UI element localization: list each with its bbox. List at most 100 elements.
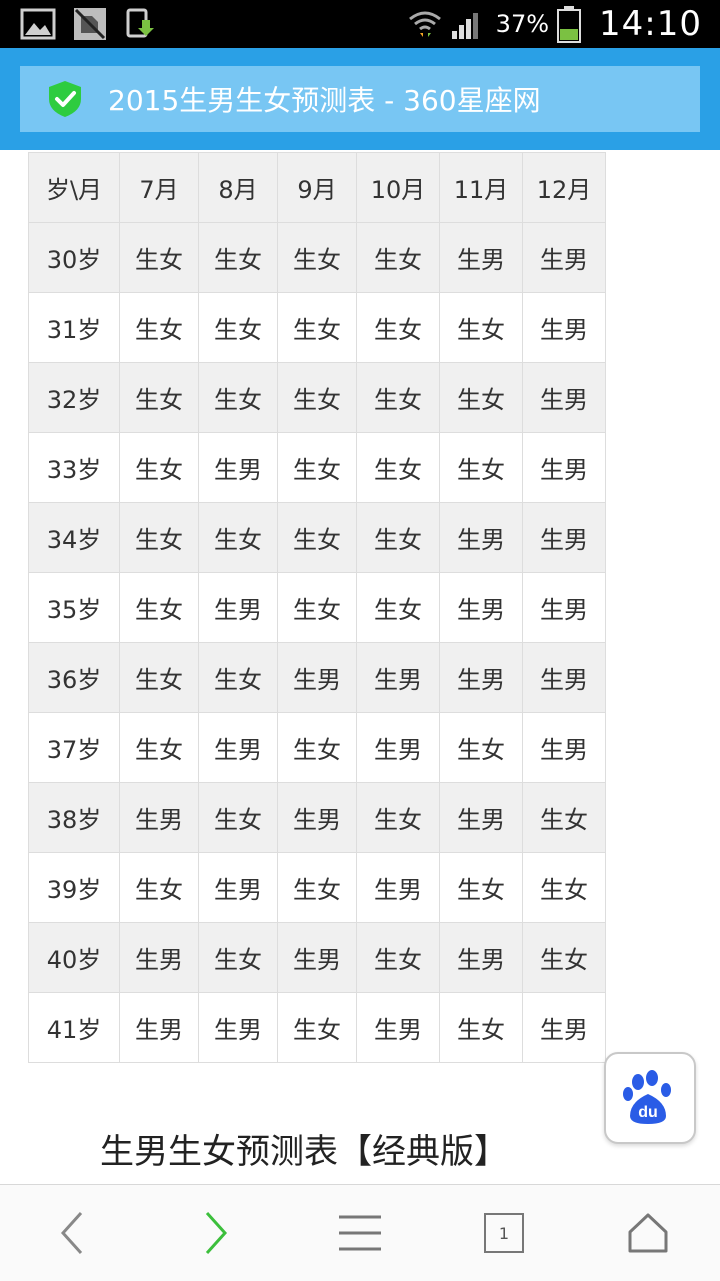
mute-notification-icon xyxy=(74,8,106,40)
back-button[interactable] xyxy=(32,1185,112,1281)
column-header: 8月 xyxy=(198,152,278,223)
prediction-cell: 生女 xyxy=(119,712,199,783)
forward-button[interactable] xyxy=(176,1185,256,1281)
download-notification-icon xyxy=(126,8,154,38)
prediction-cell: 生男 xyxy=(522,712,606,783)
age-cell: 34岁 xyxy=(28,502,120,573)
table-row: 31岁 生女 生女 生女 生女 生女 生男 xyxy=(28,292,606,363)
prediction-cell: 生男 xyxy=(439,502,523,573)
table-row: 35岁 生女 生男 生女 生女 生男 生男 xyxy=(28,572,606,643)
table-row: 38岁 生男 生女 生男 生女 生男 生女 xyxy=(28,782,606,853)
prediction-cell: 生男 xyxy=(439,222,523,293)
prediction-cell: 生女 xyxy=(356,432,440,503)
table-row: 41岁 生男 生男 生女 生男 生女 生男 xyxy=(28,992,606,1063)
prediction-cell: 生男 xyxy=(439,782,523,853)
prediction-cell: 生男 xyxy=(522,432,606,503)
prediction-cell: 生女 xyxy=(119,292,199,363)
table-row: 34岁 生女 生女 生女 生女 生男 生男 xyxy=(28,502,606,573)
column-header: 12月 xyxy=(522,152,606,223)
tab-count: 1 xyxy=(498,1223,510,1243)
prediction-cell: 生女 xyxy=(522,922,606,993)
age-cell: 38岁 xyxy=(28,782,120,853)
gender-prediction-table: 岁\月 7月 8月 9月 10月 11月 12月 30岁 生女 生女 生女 生女 生男 生男 31岁 生女 生女… xyxy=(28,152,606,1063)
prediction-cell: 生女 xyxy=(198,642,278,713)
prediction-cell: 生男 xyxy=(356,712,440,783)
bottom-navigation-bar: 1 xyxy=(0,1184,720,1281)
age-cell: 31岁 xyxy=(28,292,120,363)
forward-icon xyxy=(205,1211,228,1255)
battery-icon xyxy=(557,6,582,43)
prediction-cell: 生女 xyxy=(277,712,357,783)
prediction-cell: 生女 xyxy=(277,362,357,433)
prediction-cell: 生男 xyxy=(198,712,278,783)
home-icon xyxy=(628,1213,668,1253)
table-row: 36岁 生女 生女 生男 生男 生男 生男 xyxy=(28,642,606,713)
prediction-cell: 生男 xyxy=(356,852,440,923)
table-row: 37岁 生女 生男 生女 生男 生女 生男 xyxy=(28,712,606,783)
column-header: 11月 xyxy=(439,152,523,223)
prediction-cell: 生男 xyxy=(522,362,606,433)
prediction-cell: 生男 xyxy=(356,992,440,1063)
column-header: 9月 xyxy=(277,152,357,223)
prediction-cell: 生男 xyxy=(198,572,278,643)
signal-icon xyxy=(451,13,478,39)
prediction-cell: 生男 xyxy=(198,992,278,1063)
menu-icon xyxy=(339,1215,381,1251)
prediction-cell: 生女 xyxy=(522,782,606,853)
battery-percent: 37% xyxy=(495,10,550,38)
table-row: 30岁 生女 生女 生女 生女 生男 生男 xyxy=(28,222,606,293)
prediction-cell: 生女 xyxy=(356,502,440,573)
tabs-button[interactable]: 1 xyxy=(464,1185,544,1281)
table-row: 32岁 生女 生女 生女 生女 生女 生男 xyxy=(28,362,606,433)
table-row: 39岁 生女 生男 生女 生男 生女 生女 xyxy=(28,852,606,923)
prediction-cell: 生男 xyxy=(277,782,357,853)
age-cell: 41岁 xyxy=(28,992,120,1063)
prediction-cell: 生女 xyxy=(356,572,440,643)
table-header-row: 岁\月 7月 8月 9月 10月 11月 12月 xyxy=(28,152,606,223)
prediction-cell: 生男 xyxy=(522,222,606,293)
wifi-icon xyxy=(408,11,441,37)
tabs-icon: 1 xyxy=(484,1213,524,1253)
age-cell: 30岁 xyxy=(28,222,120,293)
prediction-cell: 生男 xyxy=(277,642,357,713)
prediction-cell: 生男 xyxy=(522,992,606,1063)
table-row: 33岁 生女 生男 生女 生女 生女 生男 xyxy=(28,432,606,503)
column-header: 岁\月 xyxy=(28,152,120,223)
section-heading: 生男生女预测表【经典版】 xyxy=(100,1132,508,1172)
prediction-cell: 生女 xyxy=(439,362,523,433)
age-cell: 39岁 xyxy=(28,852,120,923)
prediction-cell: 生女 xyxy=(277,222,357,293)
prediction-cell: 生女 xyxy=(119,642,199,713)
prediction-cell: 生男 xyxy=(439,642,523,713)
back-icon xyxy=(60,1211,83,1255)
column-header: 10月 xyxy=(356,152,440,223)
prediction-cell: 生女 xyxy=(439,992,523,1063)
menu-button[interactable] xyxy=(320,1185,400,1281)
prediction-cell: 生女 xyxy=(356,922,440,993)
prediction-cell: 生男 xyxy=(198,852,278,923)
prediction-cell: 生女 xyxy=(439,292,523,363)
prediction-cell: 生女 xyxy=(277,992,357,1063)
status-bar: 37% 14:10 xyxy=(0,0,720,48)
gallery-notification-icon xyxy=(20,8,56,40)
prediction-cell: 生女 xyxy=(277,432,357,503)
home-button[interactable] xyxy=(608,1185,688,1281)
prediction-cell: 生女 xyxy=(119,362,199,433)
prediction-cell: 生男 xyxy=(119,922,199,993)
prediction-cell: 生女 xyxy=(356,782,440,853)
prediction-cell: 生女 xyxy=(522,852,606,923)
prediction-cell: 生女 xyxy=(439,852,523,923)
address-bar[interactable]: 2015生男生女预测表 - 360星座网 xyxy=(20,66,700,132)
prediction-cell: 生女 xyxy=(119,222,199,293)
age-cell: 36岁 xyxy=(28,642,120,713)
baidu-button[interactable]: du xyxy=(604,1052,696,1144)
prediction-cell: 生女 xyxy=(277,572,357,643)
prediction-cell: 生女 xyxy=(119,432,199,503)
prediction-cell: 生女 xyxy=(439,432,523,503)
prediction-cell: 生男 xyxy=(522,572,606,643)
prediction-cell: 生女 xyxy=(439,712,523,783)
prediction-cell: 生女 xyxy=(356,222,440,293)
prediction-cell: 生女 xyxy=(198,222,278,293)
prediction-cell: 生男 xyxy=(119,782,199,853)
prediction-cell: 生女 xyxy=(277,502,357,573)
